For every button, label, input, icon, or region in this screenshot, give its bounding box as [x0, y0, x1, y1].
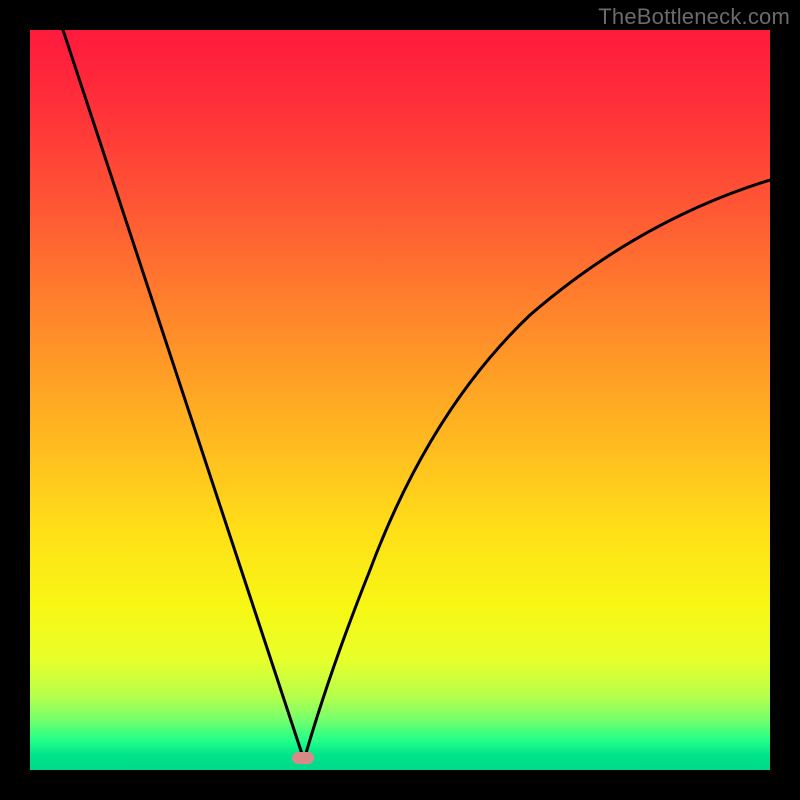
- chart-frame: TheBottleneck.com: [0, 0, 800, 800]
- chart-plot-area: [30, 30, 770, 770]
- curve-right-branch: [304, 180, 770, 760]
- optimum-marker: [292, 752, 314, 764]
- watermark-text: TheBottleneck.com: [598, 4, 790, 30]
- curve-left-branch: [63, 30, 304, 760]
- bottleneck-curve: [30, 30, 770, 770]
